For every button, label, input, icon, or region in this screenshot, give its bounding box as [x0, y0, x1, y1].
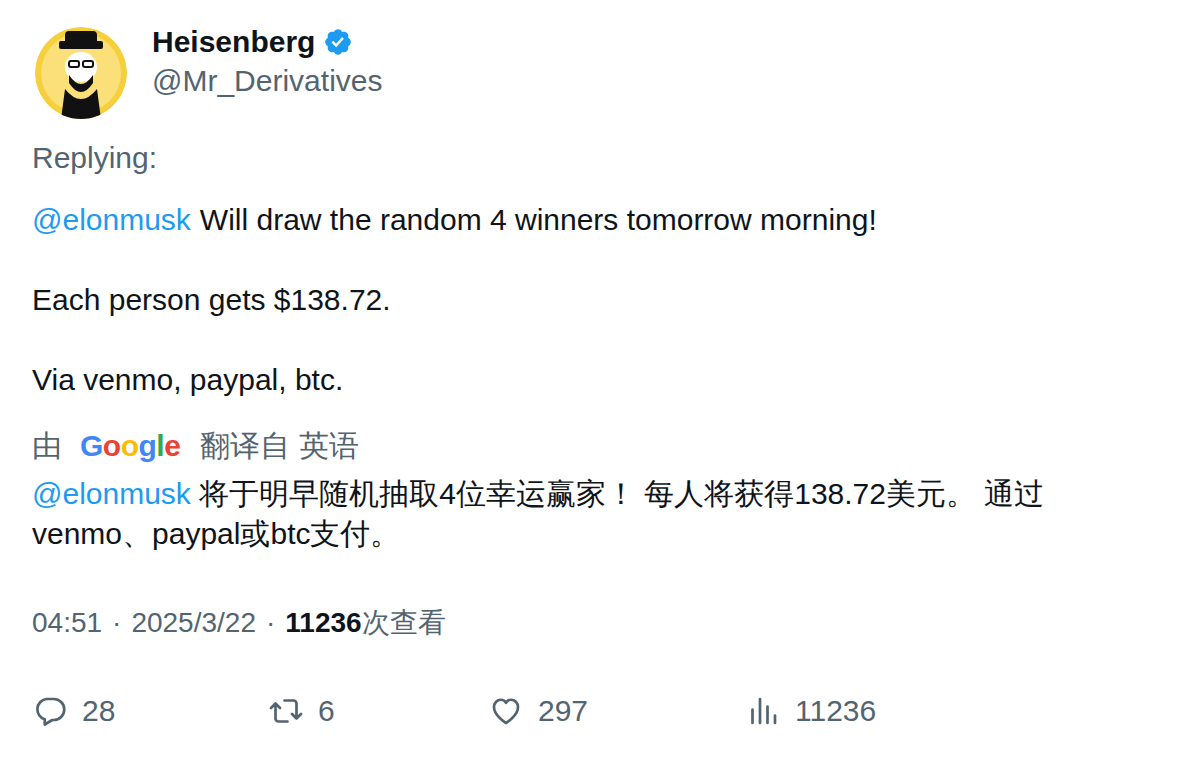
action-count: 28: [82, 691, 115, 731]
heart-icon: [488, 693, 524, 729]
paragraph-text: Each person gets $138.72.: [32, 283, 391, 316]
like-button[interactable]: 297: [488, 691, 745, 731]
post-header: Heisenberg @Mr_Derivatives: [0, 0, 1196, 119]
post-body: @elonmusk Will draw the random 4 winners …: [32, 200, 1172, 400]
speech-bubble-icon: [32, 693, 68, 729]
post-content: Replying: @elonmusk Will draw the random …: [0, 119, 1196, 731]
post-paragraph: Each person gets $138.72.: [32, 280, 1172, 320]
repost-button[interactable]: 6: [268, 691, 488, 731]
avatar-icon[interactable]: [35, 27, 127, 119]
post-date[interactable]: 2025/3/22: [131, 603, 256, 643]
post-time[interactable]: 04:51: [32, 603, 102, 643]
post-meta: 04:51 · 2025/3/22 · 11236 次查看: [32, 603, 1172, 643]
bar-chart-icon: [745, 693, 781, 729]
action-count: 6: [318, 691, 335, 731]
reply-button[interactable]: 28: [32, 691, 268, 731]
post-paragraph: @elonmusk Will draw the random 4 winners …: [32, 200, 1172, 240]
separator: ·: [112, 603, 121, 643]
translation-source: 翻译自 英语: [200, 426, 358, 466]
author-handle[interactable]: @Mr_Derivatives: [152, 63, 383, 99]
view-count: 11236: [285, 603, 361, 643]
view-label: 次查看: [362, 603, 446, 643]
verified-badge-icon: [323, 27, 353, 57]
views-button[interactable]: 11236: [745, 691, 1172, 731]
action-count: 297: [538, 691, 588, 731]
action-count: 11236: [795, 691, 876, 731]
post-paragraph: Via venmo, paypal, btc.: [32, 360, 1172, 400]
translation-header: 由 Google 翻译自 英语: [32, 426, 1172, 466]
google-logo[interactable]: Google: [80, 426, 180, 466]
post: Heisenberg @Mr_Derivatives Replying: @el…: [0, 0, 1196, 731]
mention-link[interactable]: @elonmusk: [32, 203, 191, 236]
translation-prefix: 由: [32, 426, 62, 466]
paragraph-text: Will draw the random 4 winners tomorrow …: [200, 203, 877, 236]
author-block: Heisenberg @Mr_Derivatives: [152, 24, 383, 99]
repost-arrows-icon: [268, 693, 304, 729]
replying-label: Replying:: [32, 138, 1172, 178]
action-bar: 28 6 297 11236: [32, 691, 1172, 731]
mention-link[interactable]: @elonmusk: [32, 477, 191, 510]
separator: ·: [266, 603, 275, 643]
author-name[interactable]: Heisenberg: [152, 24, 315, 60]
translation-body: @elonmusk 将于明早随机抽取4位幸运赢家！ 每人将获得138.72美元。…: [32, 474, 1172, 554]
paragraph-text: Via venmo, paypal, btc.: [32, 363, 343, 396]
